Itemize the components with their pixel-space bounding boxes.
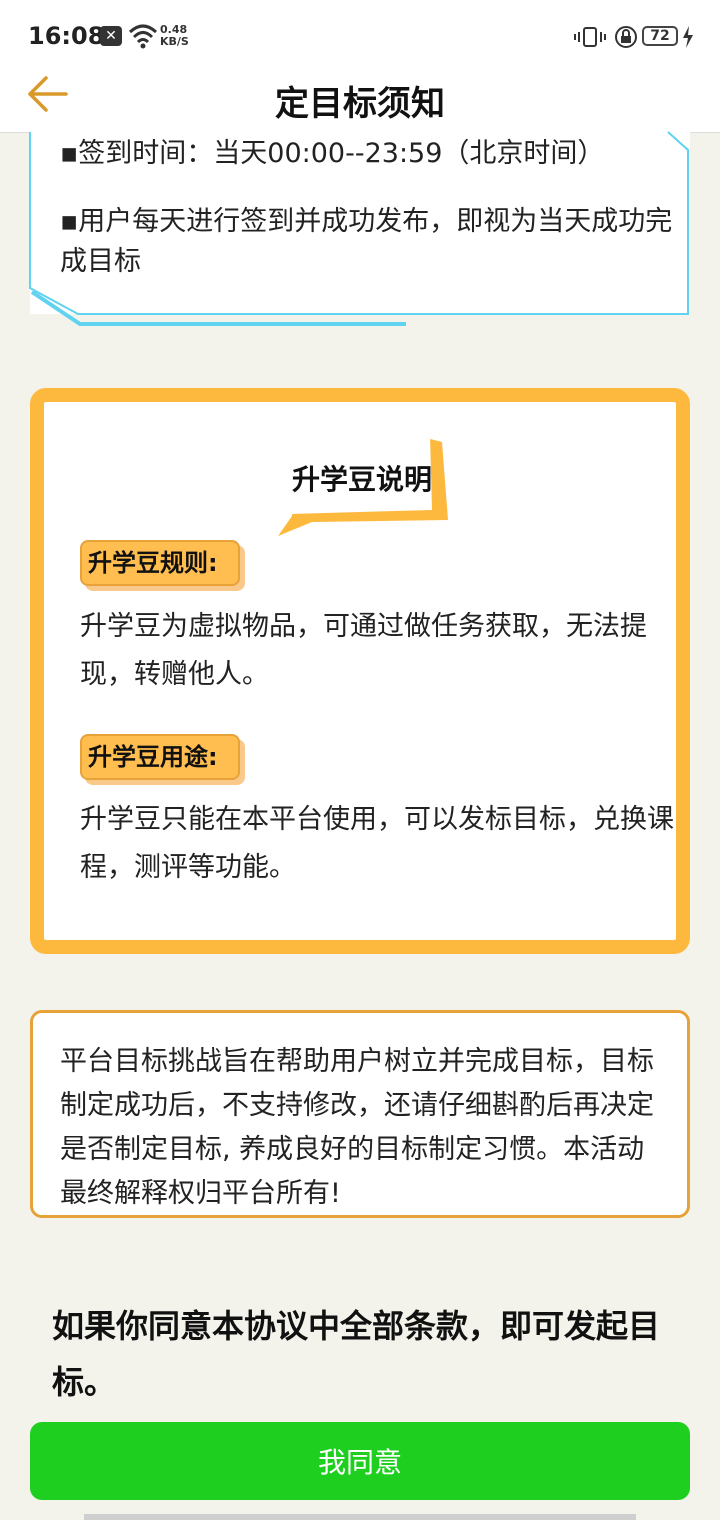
notice-text: 平台目标挑战旨在帮助用户树立并完成目标，目标制定成功后，不支持修改，还请仔细斟酌…	[60, 1046, 654, 1209]
vibrate-lock-icons	[574, 26, 637, 48]
checkin-time-text: ▪签到时间：当天00:00--23:59（北京时间）	[60, 138, 605, 169]
beans-card-title: 升学豆说明	[291, 463, 432, 496]
page-title: 定目标须知	[275, 84, 445, 124]
x-notification-icon: ✕	[100, 26, 122, 46]
agreement-prompt: 如果你同意本协议中全部条款，即可发起目标。	[52, 1307, 661, 1401]
vibrate-icon	[574, 27, 606, 47]
beans-rules-tag: 升学豆规则:	[80, 540, 240, 586]
wifi-icon	[128, 24, 158, 49]
beans-usage-text: 升学豆只能在本平台使用，可以发标目标，兑换课程，测评等功能。	[80, 804, 674, 883]
net-speed: 0.48 KB/S	[160, 24, 200, 48]
beans-usage-tag: 升学豆用途:	[80, 734, 240, 780]
status-time: 16:08	[28, 22, 105, 50]
battery-icon: 72	[642, 26, 678, 46]
net-speed-unit: KB/S	[160, 35, 189, 48]
beans-rules-text: 升学豆为虚拟物品，可通过做任务获取，无法提现，转赠他人。	[80, 611, 647, 690]
agree-button[interactable]: 我同意	[30, 1422, 690, 1500]
checkin-rule-text: ▪用户每天进行签到并成功发布，即视为当天成功完成目标	[60, 206, 673, 277]
charging-icon	[683, 26, 693, 48]
lock-rotation-icon	[615, 26, 637, 48]
bottom-strip	[84, 1514, 636, 1520]
